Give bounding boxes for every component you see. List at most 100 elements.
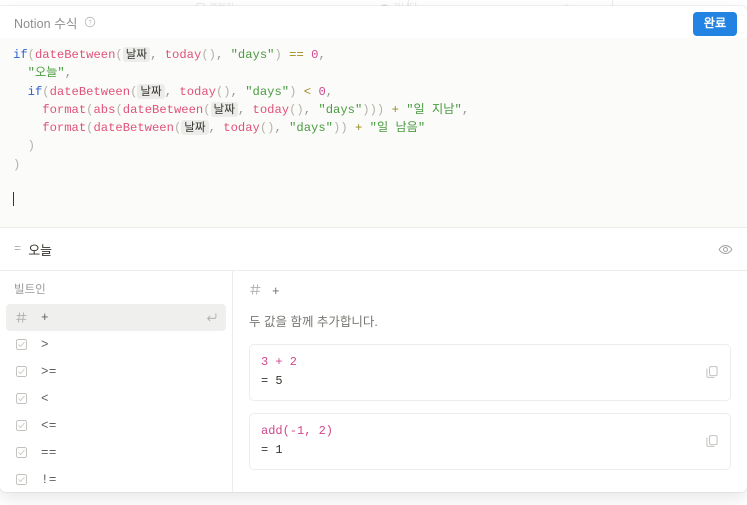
code-token-punct: ) bbox=[274, 48, 282, 62]
copy-icon[interactable] bbox=[704, 364, 720, 380]
code-line: ) bbox=[13, 156, 733, 174]
code-token-str: "days" bbox=[245, 84, 290, 99]
function-list-item[interactable]: >= bbox=[6, 358, 226, 385]
code-line: format(dateBetween(날짜, today(), "days"))… bbox=[13, 119, 733, 137]
svg-text:?: ? bbox=[88, 21, 92, 27]
function-list-item[interactable]: == bbox=[6, 439, 226, 466]
code-token-punct: ( bbox=[115, 48, 123, 62]
copy-icon[interactable] bbox=[704, 433, 720, 449]
code-token-op: < bbox=[303, 84, 312, 99]
function-example-card: 3 + 2 = 5 bbox=[249, 343, 731, 401]
code-line: if(dateBetween(날짜, today(), "days") < 0, bbox=[13, 83, 733, 101]
formula-code-editor[interactable]: if(dateBetween(날짜, today(), "days") == 0… bbox=[0, 38, 747, 227]
property-chip[interactable]: 날짜 bbox=[210, 101, 238, 117]
checkbox-icon bbox=[14, 473, 29, 486]
code-token-comma: , bbox=[64, 66, 73, 81]
code-token-fn: today bbox=[179, 84, 216, 99]
code-token-punct: )) bbox=[333, 121, 348, 136]
code-token-fn: today bbox=[164, 48, 202, 62]
code-line bbox=[13, 192, 733, 210]
dialog-body: 빌트인 + > >= < <= == != + 두 값을 함께 추가합니다. 3 + 2 = … bbox=[0, 271, 747, 492]
property-chip[interactable]: 날짜 bbox=[137, 83, 165, 99]
code-line: format(abs(dateBetween(날짜, today(), "day… bbox=[13, 101, 733, 119]
function-list-item-label: + bbox=[41, 310, 49, 325]
code-token-fn: dateBetween bbox=[49, 84, 131, 99]
function-list-item-label: == bbox=[41, 445, 57, 460]
function-list-item-label: >= bbox=[41, 364, 57, 379]
function-list-panel: 빌트인 + > >= < <= == != bbox=[0, 271, 233, 492]
code-token-fn: format bbox=[42, 121, 87, 136]
property-chip[interactable]: 날짜 bbox=[122, 47, 151, 62]
function-list-item[interactable]: > bbox=[6, 331, 226, 358]
checkbox-icon bbox=[14, 365, 29, 378]
code-token-comma: , bbox=[461, 102, 470, 117]
function-detail-description: 두 값을 함께 추가합니다. bbox=[249, 315, 378, 329]
function-example-card: add(-1, 2) = 1 bbox=[249, 412, 731, 470]
example-code: 3 + 2 bbox=[261, 354, 298, 369]
property-chip[interactable]: 날짜 bbox=[181, 120, 209, 136]
function-detail-panel: + 두 값을 함께 추가합니다. 3 + 2 = 5 add(-1, 2) = 1 bbox=[233, 271, 747, 492]
code-token-punct: () bbox=[289, 102, 304, 117]
checkbox-icon bbox=[14, 419, 29, 432]
code-token-punct: ( bbox=[42, 84, 50, 99]
code-token-str: "일 지남" bbox=[406, 102, 462, 117]
code-token-fn: abs bbox=[93, 102, 116, 117]
example-result: = 1 bbox=[261, 442, 283, 457]
function-list-item-label: < bbox=[41, 391, 49, 406]
code-token-fn: dateBetween bbox=[34, 48, 116, 62]
number-hash-icon bbox=[14, 311, 29, 324]
checkbox-icon bbox=[14, 392, 29, 405]
code-token-punct: ) bbox=[13, 157, 21, 172]
code-token-comma: , bbox=[303, 102, 319, 117]
function-detail-name: + bbox=[272, 285, 280, 299]
code-line: if(dateBetween(날짜, today(), "days") == 0… bbox=[13, 46, 733, 64]
code-token-punct: ))) bbox=[362, 102, 385, 117]
code-token-kw: if bbox=[27, 84, 43, 99]
function-list-item-label: != bbox=[41, 472, 57, 487]
code-line: "오늘", bbox=[13, 64, 733, 82]
function-examples: 3 + 2 = 5 add(-1, 2) = 1 bbox=[249, 343, 731, 470]
code-token-op: == bbox=[289, 48, 304, 62]
dialog-title: Notion 수식 bbox=[14, 16, 78, 31]
code-token-comma: , bbox=[237, 102, 253, 117]
code-token-comma: , bbox=[230, 84, 246, 99]
code-line: ) bbox=[13, 137, 733, 155]
function-list-item[interactable]: < bbox=[6, 385, 226, 412]
code-token-fn: format bbox=[42, 102, 87, 117]
function-list-item[interactable]: <= bbox=[6, 412, 226, 439]
number-hash-icon bbox=[249, 283, 262, 301]
function-list-heading: 빌트인 bbox=[14, 284, 46, 296]
code-token-str: "일 남음" bbox=[369, 121, 426, 136]
eye-icon[interactable] bbox=[717, 241, 733, 257]
code-token-comma: , bbox=[325, 84, 334, 99]
example-result: = 5 bbox=[261, 373, 283, 388]
function-list-item[interactable]: + bbox=[6, 304, 226, 331]
code-token-comma: , bbox=[274, 121, 290, 136]
code-token-punct: ( bbox=[203, 102, 211, 117]
code-token-str: "days" bbox=[230, 48, 275, 62]
code-token-punct: ( bbox=[115, 102, 123, 117]
code-token-punct: () bbox=[201, 48, 216, 62]
result-value: 오늘 bbox=[28, 242, 53, 258]
function-list-item[interactable]: != bbox=[6, 466, 226, 492]
formula-editor-dialog: Notion 수식 ? 완료 if(dateBetween(날짜, today(… bbox=[0, 6, 747, 492]
code-token-comma: , bbox=[164, 84, 180, 99]
code-token-str: "days" bbox=[289, 121, 333, 136]
question-circle-icon[interactable]: ? bbox=[84, 16, 96, 28]
code-token-comma: , bbox=[318, 48, 326, 62]
function-list: + > >= < <= == != bbox=[6, 304, 226, 492]
code-token-fn: today bbox=[252, 102, 290, 117]
enter-return-icon bbox=[205, 311, 218, 324]
code-token-fn: dateBetween bbox=[122, 102, 204, 117]
code-token-op: + bbox=[391, 102, 399, 117]
done-button[interactable]: 완료 bbox=[692, 12, 737, 36]
code-token-fn: today bbox=[223, 121, 260, 136]
function-list-item-label: <= bbox=[41, 418, 57, 433]
code-token-str: "오늘" bbox=[27, 66, 65, 81]
function-detail-header: + bbox=[249, 283, 731, 301]
